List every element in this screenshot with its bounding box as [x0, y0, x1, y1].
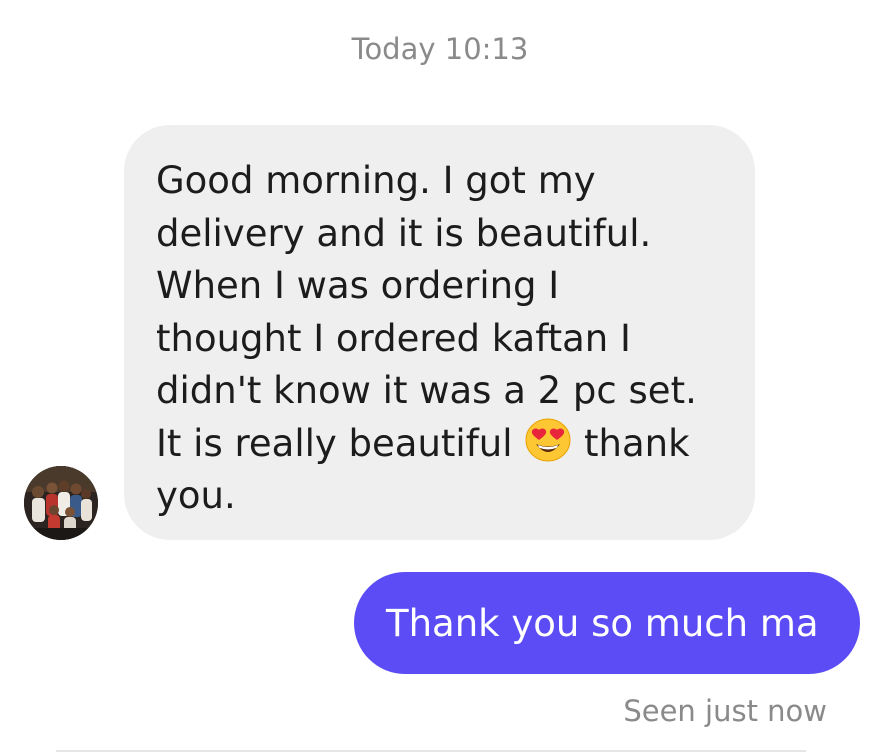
smiling-face-with-heart-eyes-icon: [525, 418, 571, 461]
chat-screen: Today 10:13 Good morning. I got my deliv…: [0, 0, 880, 753]
message-line: thank: [584, 421, 690, 465]
message-line: When I was ordering I: [156, 264, 560, 307]
divider: [56, 750, 806, 752]
message-line-with-emoji: It is really beautiful thank: [156, 418, 727, 471]
outgoing-message-bubble[interactable]: Thank you so much ma: [354, 572, 860, 674]
message-line: didn't know it was a 2 pc set.: [156, 369, 697, 412]
message-line: thought I ordered kaftan I: [156, 316, 631, 360]
incoming-message-bubble[interactable]: Good morning. I got my delivery and it i…: [124, 125, 755, 540]
read-receipt: Seen just now: [623, 694, 827, 728]
group-photo-avatar: [24, 466, 98, 540]
outgoing-message-text: Thank you so much ma: [386, 601, 819, 645]
sender-avatar[interactable]: [24, 466, 98, 540]
message-line: you.: [156, 474, 236, 517]
message-line: delivery and it is beautiful.: [156, 211, 652, 255]
incoming-message-text: Good morning. I got my delivery and it i…: [156, 155, 727, 523]
message-line: It is really beautiful: [156, 421, 513, 465]
message-line: Good morning. I got my: [156, 159, 596, 202]
message-timestamp: Today 10:13: [351, 32, 529, 66]
